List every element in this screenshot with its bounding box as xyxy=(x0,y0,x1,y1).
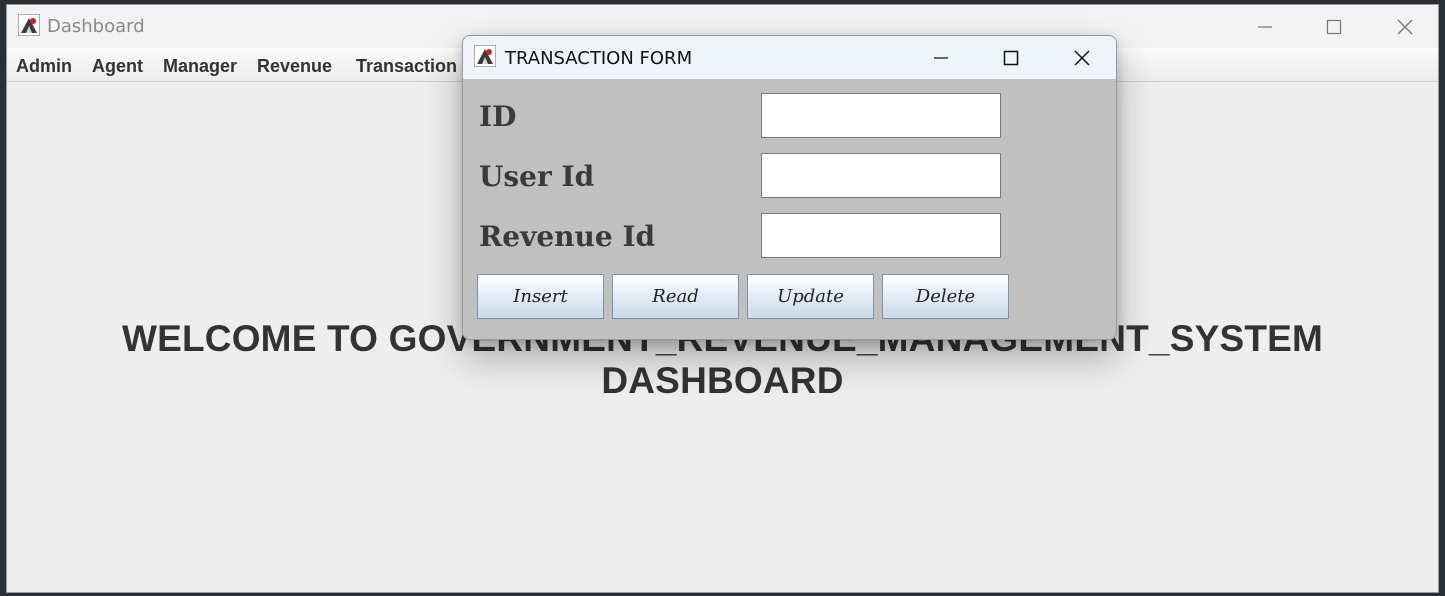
minimize-icon xyxy=(934,56,948,59)
minimize-icon xyxy=(1258,25,1272,28)
delete-button[interactable]: Delete xyxy=(882,274,1009,319)
menu-transaction[interactable]: Transaction xyxy=(356,56,457,77)
transaction-form-dialog: TRANSACTION FORM ID User Id Revenue Id I… xyxy=(462,35,1117,340)
menu-revenue[interactable]: Revenue xyxy=(257,56,332,77)
java-app-icon xyxy=(474,45,496,67)
user-id-label: User Id xyxy=(479,160,595,193)
revenue-id-input[interactable] xyxy=(761,213,1001,258)
dialog-minimize-button[interactable] xyxy=(906,36,976,79)
insert-button[interactable]: Insert xyxy=(477,274,604,319)
id-input[interactable] xyxy=(761,93,1001,138)
id-label: ID xyxy=(479,100,517,133)
close-button[interactable] xyxy=(1370,5,1440,48)
dialog-title: TRANSACTION FORM xyxy=(505,48,693,69)
dialog-titlebar[interactable]: TRANSACTION FORM xyxy=(463,36,1116,79)
window-title: Dashboard xyxy=(47,16,145,37)
close-icon xyxy=(1397,19,1413,34)
user-id-input[interactable] xyxy=(761,153,1001,198)
minimize-button[interactable] xyxy=(1230,5,1300,48)
menu-agent[interactable]: Agent xyxy=(92,56,143,77)
update-button[interactable]: Update xyxy=(747,274,874,319)
menu-admin[interactable]: Admin xyxy=(16,56,72,77)
dialog-close-button[interactable] xyxy=(1047,36,1116,79)
close-icon xyxy=(1074,49,1090,66)
revenue-id-label: Revenue Id xyxy=(479,220,656,253)
maximize-icon xyxy=(1003,50,1019,65)
maximize-icon xyxy=(1326,19,1342,34)
maximize-button[interactable] xyxy=(1299,5,1369,48)
dialog-maximize-button[interactable] xyxy=(976,36,1046,79)
menu-manager[interactable]: Manager xyxy=(163,56,237,77)
java-app-icon xyxy=(18,14,40,36)
read-button[interactable]: Read xyxy=(612,274,739,319)
